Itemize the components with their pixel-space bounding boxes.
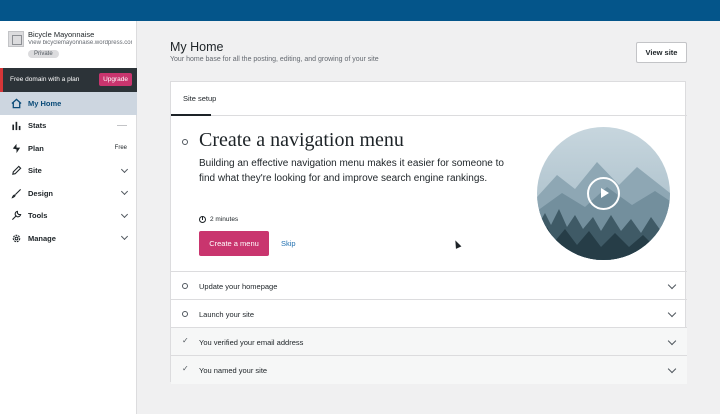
card-tabs: Site setup <box>171 82 687 116</box>
task-row-label: Launch your site <box>199 310 255 319</box>
task-row-launch-site[interactable]: Launch your site <box>171 300 687 328</box>
task-row-label: You named your site <box>199 366 268 375</box>
plan-badge: Free <box>114 145 127 152</box>
site-setup-card: Site setup Create a navigation menu Buil… <box>170 81 687 384</box>
chevron-down-icon <box>667 308 677 318</box>
upgrade-button[interactable]: Upgrade <box>99 73 132 86</box>
brush-icon <box>11 188 22 199</box>
task-row-verified-email[interactable]: ✓ You verified your email address <box>171 328 687 356</box>
tab-site-setup[interactable]: Site setup <box>183 94 216 103</box>
sidebar-item-label: Plan <box>28 143 44 153</box>
privacy-badge: Private <box>28 50 59 58</box>
site-name: Bicycle Mayonnaise <box>28 30 95 39</box>
task-row-label: Update your homepage <box>199 282 278 291</box>
chevron-down-icon <box>667 280 677 290</box>
skip-link[interactable]: Skip <box>281 239 296 248</box>
gear-icon <box>12 234 21 243</box>
view-site-button[interactable]: View site <box>636 42 687 63</box>
chevron-down-icon <box>120 210 129 218</box>
sidebar-item-plan[interactable]: Plan Free <box>0 137 137 160</box>
task-row-update-homepage[interactable]: Update your homepage <box>171 272 687 300</box>
chevron-down-icon <box>120 188 129 196</box>
site-card[interactable]: Bicycle Mayonnaise View bicyclemayonnais… <box>8 29 132 63</box>
task-description: Building an effective navigation menu ma… <box>199 158 504 184</box>
create-menu-button[interactable]: Create a menu <box>199 231 269 256</box>
task-title: Create a navigation menu <box>199 129 404 151</box>
page-subtitle: Your home base for all the posting, edit… <box>170 56 379 63</box>
task-duration-text: 2 minutes <box>210 216 239 223</box>
stats-sparkline <box>117 125 127 127</box>
free-domain-banner[interactable]: Free domain with a plan Upgrade <box>0 68 137 92</box>
sidebar-item-label: Manage <box>28 233 56 243</box>
sidebar-item-label: Design <box>28 188 54 198</box>
plan-icon <box>12 143 21 153</box>
play-icon[interactable] <box>587 177 620 210</box>
wrench-icon <box>11 210 22 221</box>
sidebar-item-label: My Home <box>28 98 62 108</box>
stats-icon <box>12 122 21 131</box>
checkmark-icon: ✓ <box>182 364 189 373</box>
masterbar <box>0 0 720 21</box>
task-row-label: You verified your email address <box>199 338 304 347</box>
page-title: My Home <box>170 40 224 54</box>
sidebar: Bicycle Mayonnaise View bicyclemayonnais… <box>0 21 137 414</box>
sidebar-nav: My Home Stats Plan Free Site Design Tool… <box>0 92 137 250</box>
clock-icon <box>199 216 206 223</box>
checkmark-icon: ✓ <box>182 336 189 345</box>
task-row-named-site[interactable]: ✓ You named your site <box>171 356 687 384</box>
free-domain-text: Free domain with a plan <box>10 76 80 83</box>
sidebar-item-my-home[interactable]: My Home <box>0 92 137 115</box>
task-status-circle-icon <box>182 139 188 145</box>
task-status-circle-icon <box>182 311 188 317</box>
sidebar-item-manage[interactable]: Manage <box>0 227 137 250</box>
main-content: My Home Your home base for all the posti… <box>137 21 720 414</box>
sidebar-item-site[interactable]: Site <box>0 160 137 183</box>
home-icon <box>11 98 22 109</box>
chevron-down-icon <box>667 336 677 346</box>
chevron-down-icon <box>120 165 129 173</box>
sidebar-item-stats[interactable]: Stats <box>0 115 137 138</box>
task-video-thumbnail[interactable] <box>537 127 670 260</box>
sidebar-item-label: Site <box>28 166 42 176</box>
site-url-link[interactable]: View bicyclemayonnaise.wordpress.com <box>28 40 132 46</box>
task-duration: 2 minutes <box>199 216 238 223</box>
chevron-down-icon <box>120 233 129 241</box>
sidebar-item-design[interactable]: Design <box>0 182 137 205</box>
sidebar-item-label: Stats <box>28 121 47 131</box>
sidebar-item-label: Tools <box>28 211 48 221</box>
current-task: Create a navigation menu Building an eff… <box>171 116 687 272</box>
site-thumbnail-icon <box>8 31 24 47</box>
task-status-circle-icon <box>182 283 188 289</box>
chevron-down-icon <box>667 364 677 374</box>
sidebar-item-tools[interactable]: Tools <box>0 205 137 228</box>
pencil-icon <box>12 165 22 176</box>
